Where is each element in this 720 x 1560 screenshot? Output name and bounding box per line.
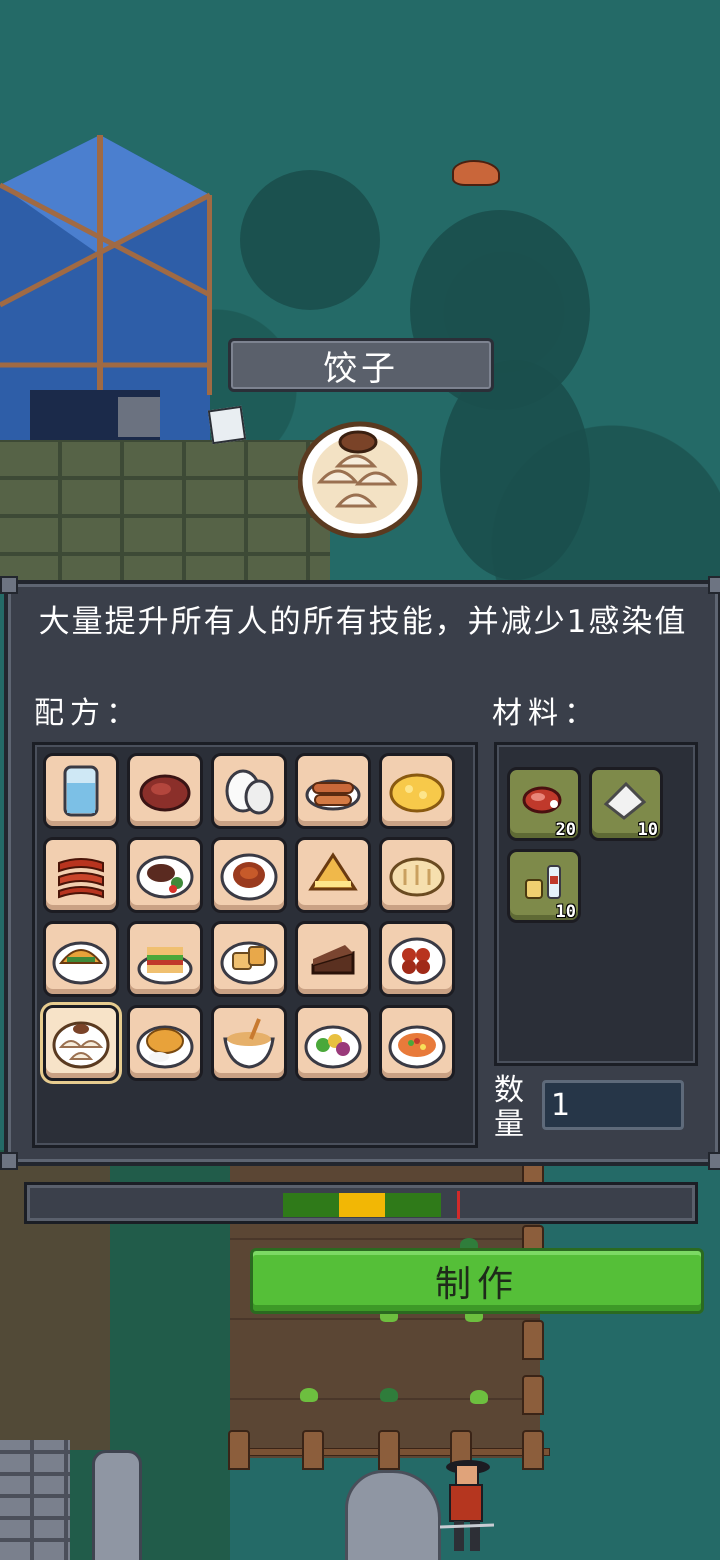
material-count: 10	[637, 820, 658, 840]
recipe-slot-meatballs[interactable]	[379, 921, 455, 997]
crafting-panel: 大量提升所有人的所有技能，并减少1感染值 配方： 材料： 20 10 10 数量…	[0, 576, 720, 1170]
taco-icon	[52, 941, 110, 985]
material-count: 20	[555, 820, 576, 840]
dish-title-text: 饺子	[323, 348, 399, 389]
timing-zone-good	[283, 1193, 339, 1217]
club-sandwich-icon	[137, 947, 193, 985]
timing-needle	[457, 1191, 460, 1219]
meatballs-icon	[388, 937, 446, 985]
steak-plate-icon	[136, 855, 194, 899]
recipe-slot-bacon[interactable]	[43, 837, 119, 913]
rock-pile	[345, 1470, 441, 1560]
recipe-slot-boiled-eggs[interactable]	[211, 753, 287, 829]
quantity-input[interactable]	[542, 1080, 684, 1130]
salad-bowl-icon	[304, 1025, 362, 1069]
recipe-grid	[32, 742, 478, 1148]
craft-button[interactable]: 制作	[250, 1248, 704, 1314]
steak-icon	[139, 774, 191, 812]
recipe-slot-fried-chicken-rice[interactable]	[127, 1005, 203, 1081]
stone-pillar	[92, 1450, 142, 1560]
recipe-slot-dumplings[interactable]	[43, 1005, 119, 1081]
recipe-slot-salad-bowl[interactable]	[295, 1005, 371, 1081]
noodle-soup-icon	[223, 1018, 275, 1069]
material-slot-seasoning: 10	[507, 849, 581, 923]
materials-label: 材料：	[492, 696, 600, 731]
grilled-sausages-icon	[305, 779, 361, 811]
recipe-slot-scrambled-eggs[interactable]	[379, 753, 455, 829]
recipe-slot-steak[interactable]	[127, 753, 203, 829]
raw-meat-icon	[522, 786, 562, 814]
recipe-slot-grilled-sausages[interactable]	[295, 753, 371, 829]
tent	[0, 135, 212, 445]
cooking-timing-bar	[24, 1182, 698, 1224]
recipe-slot-water-glass[interactable]	[43, 753, 119, 829]
spaghetti-icon	[220, 853, 278, 901]
brick-wall	[0, 1440, 70, 1560]
water-glass-icon	[63, 765, 99, 817]
recipe-slot-club-sandwich[interactable]	[127, 921, 203, 997]
fried-chicken-rice-icon	[136, 1025, 194, 1069]
dumplings-icon	[298, 421, 422, 538]
fried-rice-icon	[388, 1025, 446, 1069]
toast-sandwich-icon	[308, 852, 358, 891]
stone-floor	[0, 440, 330, 590]
timing-zone-good	[385, 1193, 441, 1217]
recipe-slot-toast-sandwich[interactable]	[295, 837, 371, 913]
bread-loaf-icon	[389, 857, 445, 897]
recipe-slot-noodle-soup[interactable]	[211, 1005, 287, 1081]
timing-zone-perfect	[339, 1193, 385, 1217]
dish-description: 大量提升所有人的所有技能，并减少1感染值	[38, 604, 688, 640]
recipe-slot-taco[interactable]	[43, 921, 119, 997]
recipe-slot-chocolate-cake[interactable]	[295, 921, 371, 997]
recipe-slot-bread-plate[interactable]	[211, 921, 287, 997]
recipe-slot-bread-loaf[interactable]	[379, 837, 455, 913]
quantity-label: 数量	[494, 1073, 524, 1142]
recipe-slot-steak-plate[interactable]	[127, 837, 203, 913]
scrambled-eggs-icon	[389, 773, 445, 813]
recipe-slot-fried-rice[interactable]	[379, 1005, 455, 1081]
player-character	[440, 1460, 494, 1551]
flour-icon	[603, 781, 647, 820]
material-count: 10	[555, 902, 576, 922]
material-slot-flour: 10	[589, 767, 663, 841]
bacon-icon	[58, 858, 104, 899]
recipe-label: 配方：	[34, 696, 142, 731]
dumplings-icon	[52, 1021, 110, 1069]
material-slot-raw-meat: 20	[507, 767, 581, 841]
fox-critter	[452, 160, 500, 186]
paper-note	[207, 405, 247, 445]
seasoning-icon	[525, 865, 561, 899]
chocolate-cake-icon	[311, 945, 355, 975]
materials-grid: 20 10 10	[494, 742, 698, 1066]
recipe-slot-spaghetti[interactable]	[211, 837, 287, 913]
dish-title: 饺子	[228, 338, 494, 392]
bread-plate-icon	[220, 941, 278, 985]
boiled-eggs-icon	[225, 769, 274, 815]
